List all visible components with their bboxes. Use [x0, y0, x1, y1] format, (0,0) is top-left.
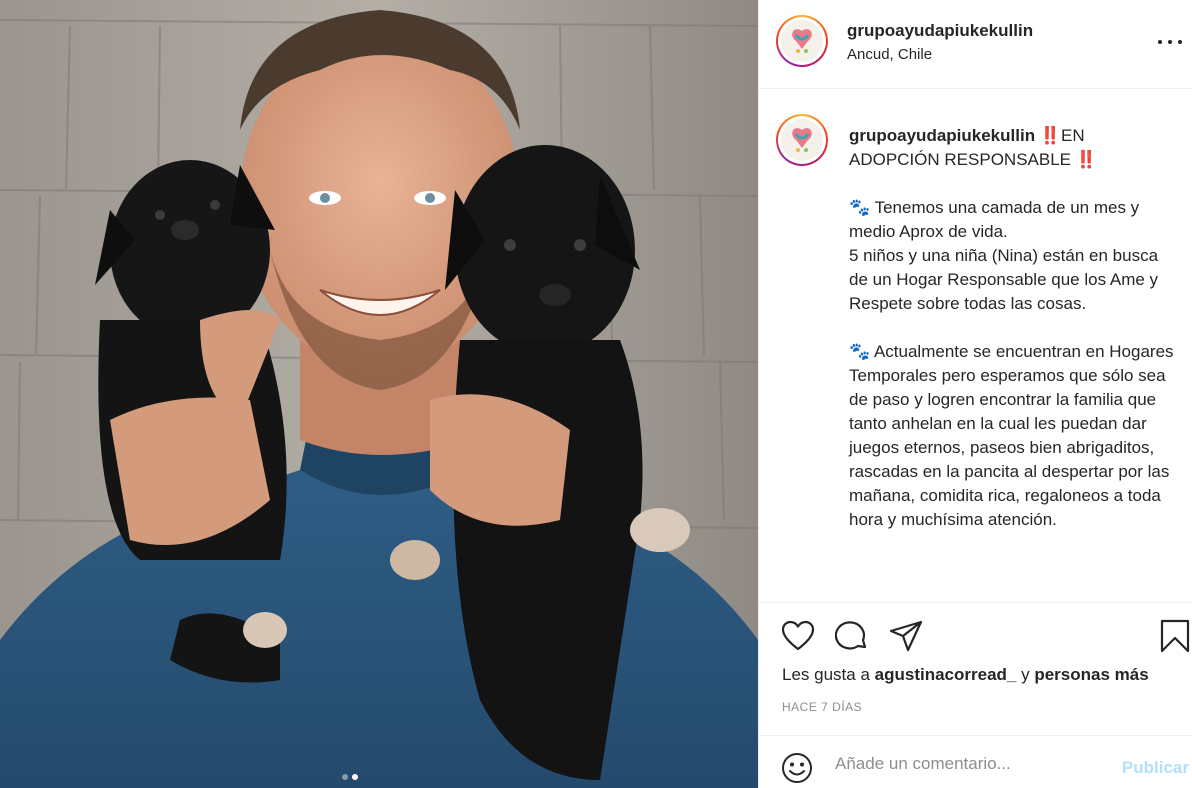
likes-prefix: Les gusta a	[782, 665, 870, 684]
post-photo[interactable]	[0, 0, 758, 788]
comment-composer: Publicar	[759, 735, 1192, 788]
carousel-indicator	[342, 774, 358, 780]
caption-line: 🐾 Tenemos una camada de un mes y medio A…	[849, 198, 1144, 241]
paper-plane-icon[interactable]	[889, 620, 923, 652]
smiley-icon[interactable]	[781, 752, 813, 788]
post-sidebar: grupoayudapiukekullin Ancud, Chile grupo…	[758, 0, 1192, 788]
caption: grupoayudapiukekullin ‼️EN ADOPCIÓN RESP…	[759, 90, 1192, 600]
heart-icon[interactable]	[781, 620, 815, 652]
likes-connector: y	[1021, 665, 1030, 684]
more-horizontal-icon[interactable]	[1158, 32, 1182, 52]
bookmark-icon[interactable]	[1159, 619, 1191, 653]
post-timestamp[interactable]: HACE 7 DÍAS	[782, 700, 862, 714]
post-actions: Les gusta a agustinacorread_ y personas …	[759, 602, 1192, 788]
post-location[interactable]: Ancud, Chile	[847, 46, 932, 63]
likes-summary: Les gusta a agustinacorread_ y personas …	[782, 665, 1149, 685]
caption-line: 5 niños y una niña (Nina) están en busca…	[849, 246, 1163, 313]
post-username[interactable]: grupoayudapiukekullin	[847, 21, 1033, 41]
organization-logo-icon	[781, 20, 823, 62]
carousel-dot-active[interactable]	[352, 774, 358, 780]
organization-logo-icon	[781, 119, 823, 161]
likes-others-link[interactable]: personas más	[1034, 665, 1148, 684]
carousel-dot[interactable]	[342, 774, 348, 780]
post-header: grupoayudapiukekullin Ancud, Chile	[759, 0, 1192, 89]
photo-illustration	[0, 0, 758, 788]
likes-user-link[interactable]: agustinacorread_	[875, 665, 1017, 684]
caption-text: grupoayudapiukekullin ‼️EN ADOPCIÓN RESP…	[849, 124, 1179, 532]
caption-line: 🐾 Actualmente se encuentran en Hogares T…	[849, 342, 1178, 529]
publish-button[interactable]: Publicar	[1122, 758, 1189, 778]
avatar[interactable]	[776, 15, 828, 67]
caption-avatar[interactable]	[776, 114, 828, 166]
speech-bubble-icon[interactable]	[835, 620, 869, 652]
comment-input[interactable]	[835, 750, 1105, 778]
caption-username[interactable]: grupoayudapiukekullin	[849, 126, 1035, 145]
